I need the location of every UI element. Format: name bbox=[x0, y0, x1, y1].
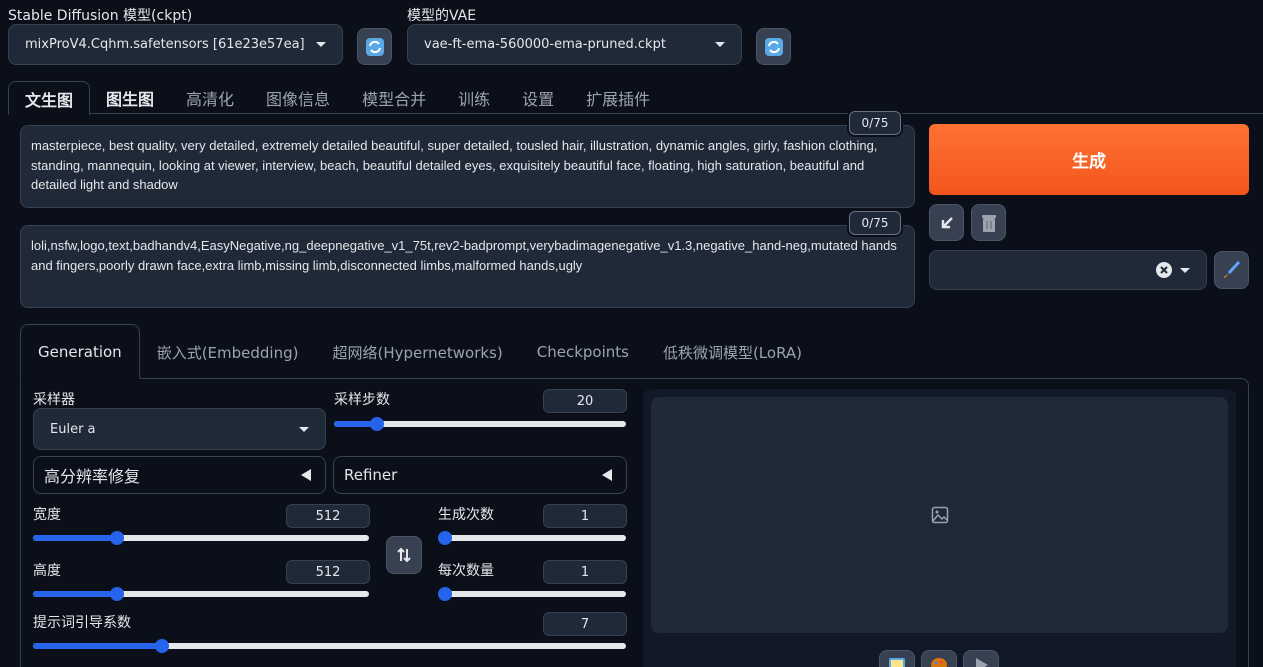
chevron-down-icon bbox=[299, 426, 309, 432]
tab-png-info[interactable]: 图像信息 bbox=[250, 81, 346, 115]
slider-track bbox=[438, 535, 626, 541]
steps-input[interactable]: 20 bbox=[543, 389, 627, 413]
open-folder-button[interactable] bbox=[879, 650, 915, 667]
vae-label: 模型的VAE bbox=[407, 8, 477, 24]
height-label: 高度 bbox=[33, 563, 61, 579]
output-gallery bbox=[651, 397, 1228, 633]
slider-fill bbox=[33, 591, 117, 597]
tab-extras[interactable]: 高清化 bbox=[170, 81, 250, 115]
slider-fill bbox=[33, 643, 162, 649]
clear-prompt-button[interactable] bbox=[971, 204, 1006, 241]
batch-size-label: 每次数量 bbox=[438, 563, 494, 579]
refiner-accordion[interactable]: Refiner bbox=[333, 456, 627, 494]
palette-icon bbox=[931, 658, 947, 667]
image-icon bbox=[889, 658, 905, 667]
edit-styles-button[interactable] bbox=[1214, 251, 1249, 289]
tab-hypernetworks[interactable]: 超网络(Hypernetworks) bbox=[315, 324, 519, 380]
refiner-label: Refiner bbox=[344, 466, 398, 484]
tab-checkpoint-merger[interactable]: 模型合并 bbox=[346, 81, 442, 115]
refresh-sd-model-button[interactable] bbox=[357, 28, 392, 65]
tab-generation[interactable]: Generation bbox=[20, 324, 140, 379]
image-placeholder-icon bbox=[931, 506, 948, 524]
sampler-value: Euler a bbox=[50, 421, 96, 437]
height-slider[interactable] bbox=[33, 587, 369, 601]
sd-model-value: mixProV4.Cqhm.safetensors [61e23e57ea] bbox=[25, 37, 305, 52]
sampler-label: 采样器 bbox=[33, 392, 75, 408]
tab-settings[interactable]: 设置 bbox=[506, 81, 570, 115]
cfg-scale-label: 提示词引导系数 bbox=[33, 615, 131, 631]
slider-thumb[interactable] bbox=[438, 531, 452, 545]
collapse-triangle-icon bbox=[301, 469, 311, 481]
width-slider[interactable] bbox=[33, 531, 369, 545]
refresh-vae-button[interactable] bbox=[756, 28, 791, 65]
swap-dimensions-button[interactable] bbox=[386, 536, 422, 574]
tab-embedding[interactable]: 嵌入式(Embedding) bbox=[140, 324, 316, 380]
batch-count-input[interactable]: 1 bbox=[543, 504, 627, 528]
hires-fix-accordion[interactable]: 高分辨率修复 bbox=[33, 456, 326, 494]
generate-button[interactable]: 生成 bbox=[929, 124, 1249, 195]
collapse-triangle-icon bbox=[602, 469, 612, 481]
tab-train[interactable]: 训练 bbox=[442, 81, 506, 115]
hires-fix-label: 高分辨率修复 bbox=[44, 467, 141, 486]
tab-img2img[interactable]: 图生图 bbox=[90, 81, 170, 115]
refresh-icon bbox=[764, 37, 783, 56]
vae-dropdown[interactable]: vae-ft-ema-560000-ema-pruned.ckpt bbox=[407, 24, 742, 65]
subtabs: Generation 嵌入式(Embedding) 超网络(Hypernetwo… bbox=[20, 324, 819, 380]
chevron-down-icon bbox=[1180, 267, 1190, 273]
tab-txt2img[interactable]: 文生图 bbox=[8, 81, 91, 115]
chevron-down-icon bbox=[715, 42, 725, 47]
steps-slider[interactable] bbox=[334, 417, 626, 431]
negative-prompt-token-counter: 0/75 bbox=[849, 211, 901, 235]
prompt-textarea[interactable]: masterpiece, best quality, very detailed… bbox=[20, 125, 915, 208]
width-label: 宽度 bbox=[33, 507, 61, 523]
refresh-icon bbox=[365, 37, 384, 56]
styles-dropdown[interactable] bbox=[929, 250, 1207, 290]
slider-thumb[interactable] bbox=[438, 587, 452, 601]
cfg-scale-slider[interactable] bbox=[33, 639, 626, 653]
sd-model-label: Stable Diffusion 模型(ckpt) bbox=[8, 8, 193, 24]
chevron-down-icon bbox=[316, 42, 326, 47]
sampler-dropdown[interactable]: Euler a bbox=[33, 408, 326, 450]
vae-value: vae-ft-ema-560000-ema-pruned.ckpt bbox=[424, 37, 666, 52]
prompt-token-counter: 0/75 bbox=[849, 111, 901, 135]
send-to-inpaint-button[interactable] bbox=[963, 650, 999, 667]
send-to-img2img-button[interactable] bbox=[921, 650, 957, 667]
slider-thumb[interactable] bbox=[370, 417, 384, 431]
width-input[interactable]: 512 bbox=[286, 504, 370, 528]
batch-size-input[interactable]: 1 bbox=[543, 560, 627, 584]
steps-label: 采样步数 bbox=[334, 392, 390, 408]
arrow-down-left-icon bbox=[941, 216, 953, 228]
sd-model-dropdown[interactable]: mixProV4.Cqhm.safetensors [61e23e57ea] bbox=[8, 24, 343, 65]
tab-lora[interactable]: 低秩微调模型(LoRA) bbox=[646, 324, 819, 380]
slider-thumb[interactable] bbox=[155, 639, 169, 653]
swap-arrows-icon bbox=[397, 547, 411, 563]
height-input[interactable]: 512 bbox=[286, 560, 370, 584]
clear-icon[interactable] bbox=[1156, 262, 1172, 278]
slider-track bbox=[438, 591, 626, 597]
slider-thumb[interactable] bbox=[110, 587, 124, 601]
trash-icon bbox=[981, 214, 996, 232]
paintbrush-icon bbox=[1223, 260, 1240, 278]
slider-fill bbox=[33, 535, 117, 541]
main-tabs: 文生图 图生图 高清化 图像信息 模型合并 训练 设置 扩展插件 bbox=[8, 81, 666, 115]
batch-size-slider[interactable] bbox=[438, 587, 626, 601]
cfg-scale-input[interactable]: 7 bbox=[543, 612, 627, 636]
negative-prompt-textarea[interactable]: loli,nsfw,logo,text,badhandv4,EasyNegati… bbox=[20, 225, 915, 308]
slider-thumb[interactable] bbox=[110, 531, 124, 545]
tab-checkpoints[interactable]: Checkpoints bbox=[520, 324, 646, 380]
play-icon bbox=[976, 658, 988, 667]
read-params-button[interactable] bbox=[929, 204, 964, 241]
tab-extensions[interactable]: 扩展插件 bbox=[570, 81, 666, 115]
batch-count-slider[interactable] bbox=[438, 531, 626, 545]
batch-count-label: 生成次数 bbox=[438, 507, 494, 523]
